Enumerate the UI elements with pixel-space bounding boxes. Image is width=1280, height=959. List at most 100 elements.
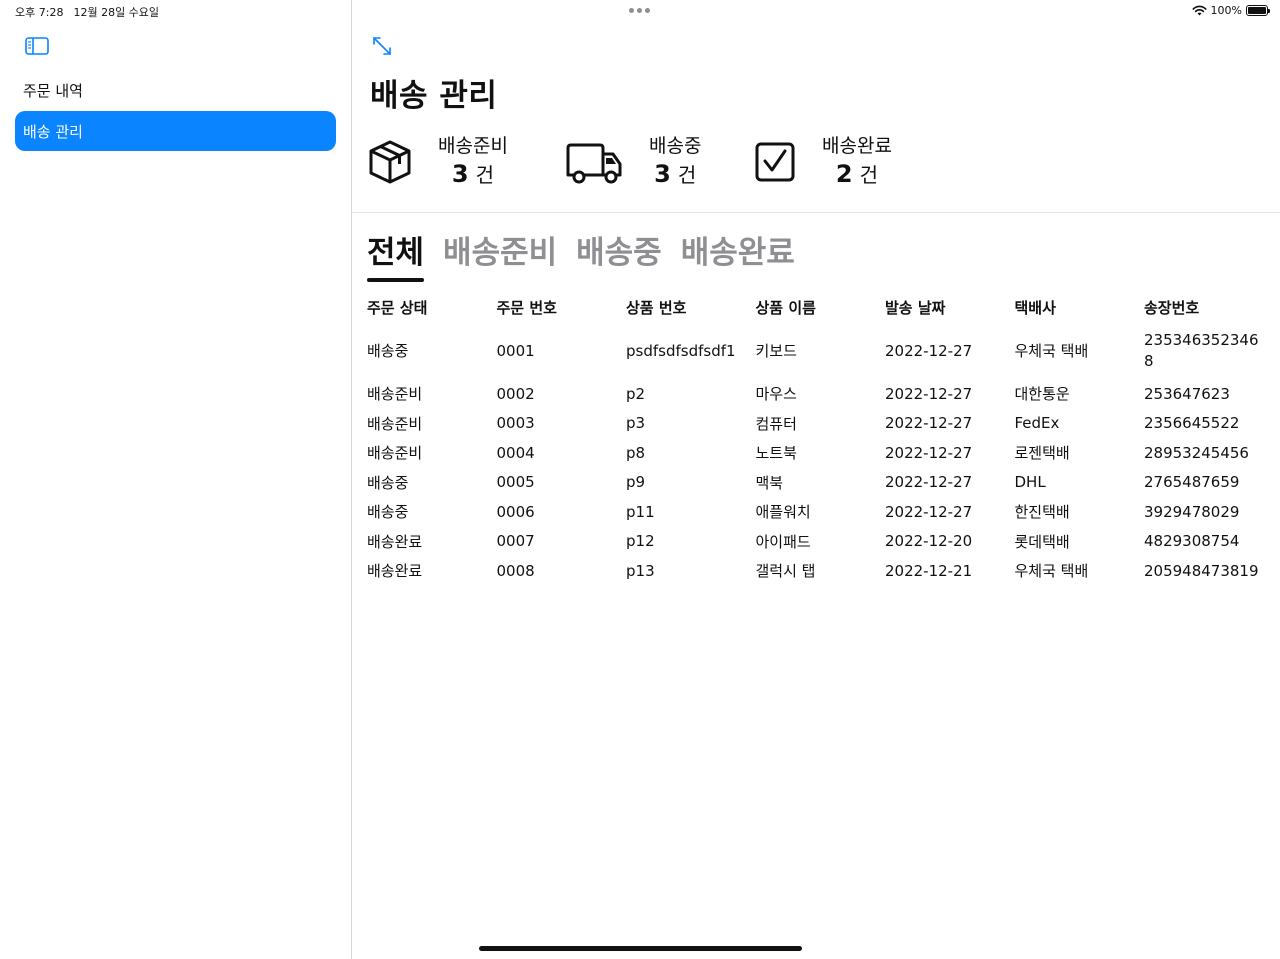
table-row[interactable]: 배송준비 0002 p2 마우스 2022-12-27 대한통운 2536476…: [367, 379, 1273, 409]
cell-product-name: 키보드: [755, 342, 797, 360]
cell-carrier: 대한통운: [1014, 385, 1070, 404]
cell-status: 배송완료: [367, 562, 423, 581]
cell-ship-date: 2022-12-27: [885, 473, 973, 492]
column-header-tracking-number: 송장번호: [1144, 298, 1200, 317]
cell-product-name: 갤럭시 탭: [755, 562, 816, 581]
table-row[interactable]: 배송중 0005 p9 맥북 2022-12-27 DHL 2765487659: [367, 468, 1273, 498]
column-header-status: 주문 상태: [367, 298, 428, 317]
cell-order-number: 0006: [496, 502, 535, 521]
cell-product-number: p3: [626, 414, 646, 433]
battery-percent: 100%: [1210, 4, 1242, 17]
cell-ship-date: 2022-12-27: [885, 502, 973, 521]
column-header-order-number: 주문 번호: [496, 298, 557, 317]
package-icon: [366, 138, 414, 186]
summary-count: 3 건: [654, 160, 697, 188]
cell-ship-date: 2022-12-20: [885, 532, 973, 551]
cell-ship-date: 2022-12-27: [885, 443, 973, 462]
table-row[interactable]: 배송중 0006 p11 애플워치 2022-12-27 한진택배 392947…: [367, 497, 1273, 527]
cell-product-number: p12: [626, 532, 655, 551]
table-row[interactable]: 배송완료 0007 p12 아이패드 2022-12-20 롯데택배 48293…: [367, 527, 1273, 557]
divider: [352, 212, 1280, 213]
sidebar-item-order-history[interactable]: 주문 내역: [15, 70, 336, 110]
sidebar: 주문 내역 배송 관리: [0, 0, 352, 959]
tab-delivered[interactable]: 배송완료: [681, 232, 795, 274]
cell-ship-date: 2022-12-27: [885, 341, 973, 360]
cell-carrier: DHL: [1014, 473, 1046, 492]
sidebar-item-label: 배송 관리: [23, 122, 83, 141]
summary-preparing: 배송준비 3 건: [366, 132, 508, 192]
truck-icon: [565, 138, 623, 186]
home-indicator[interactable]: [479, 946, 802, 951]
expand-icon[interactable]: [371, 35, 393, 57]
column-header-carrier: 택배사: [1014, 298, 1056, 317]
cell-tracking-number: 253647623: [1144, 384, 1230, 403]
summary-count: 3 건: [451, 160, 495, 188]
cell-carrier: 우체국 택배: [1014, 342, 1089, 360]
status-bar-left: 오후 7:28 12월 28일 수요일: [15, 4, 159, 20]
cell-ship-date: 2022-12-27: [885, 414, 973, 433]
table-header-row: 주문 상태 주문 번호 상품 번호 상품 이름 발송 날짜 택배사 송장번호: [367, 292, 1273, 322]
cell-product-name: 맥북: [755, 473, 784, 492]
cell-ship-date: 2022-12-21: [885, 561, 973, 580]
cell-product-number: p13: [626, 561, 655, 580]
summary-label: 배송준비: [438, 135, 508, 157]
sidebar-item-delivery-management[interactable]: 배송 관리: [15, 111, 336, 151]
cell-tracking-number: 4829308754: [1144, 532, 1240, 551]
page-title: 배송 관리: [370, 78, 498, 114]
column-header-product-name: 상품 이름: [755, 298, 816, 317]
cell-product-number: p9: [626, 473, 646, 492]
cell-carrier: 로젠택배: [1014, 444, 1070, 463]
cell-order-number: 0001: [496, 341, 535, 360]
cell-status: 배송완료: [367, 532, 423, 551]
column-header-ship-date: 발송 날짜: [885, 298, 946, 317]
cell-status: 배송중: [367, 473, 409, 492]
summary-label: 배송완료: [822, 135, 892, 157]
table-row[interactable]: 배송중 0001 psdfsdfsdfsdf1 키보드 2022-12-27 우…: [367, 322, 1273, 379]
cell-product-name: 아이패드: [755, 532, 811, 551]
status-time: 오후 7:28: [15, 6, 64, 19]
summary-count: 2 건: [835, 160, 879, 188]
summary-shipping: 배송중 3 건: [565, 132, 701, 192]
tab-preparing[interactable]: 배송준비: [443, 232, 557, 274]
cell-tracking-number: 3929478029: [1144, 502, 1240, 521]
summary-delivered: 배송완료 2 건: [754, 132, 892, 192]
table-row[interactable]: 배송준비 0003 p3 컴퓨터 2022-12-27 FedEx 235664…: [367, 409, 1273, 439]
cell-order-number: 0002: [496, 384, 535, 403]
cell-status: 배송준비: [367, 385, 423, 404]
cell-product-number: p2: [626, 384, 646, 403]
sidebar-toggle-icon[interactable]: [24, 35, 50, 57]
cell-tracking-number: 2765487659: [1144, 473, 1240, 492]
wifi-icon: [1192, 5, 1207, 16]
summary-label: 배송중: [649, 135, 702, 157]
cell-carrier: FedEx: [1014, 414, 1060, 433]
tab-all[interactable]: 전체: [367, 232, 425, 282]
orders-table: 주문 상태 주문 번호 상품 번호 상품 이름 발송 날짜 택배사 송장번호 배…: [367, 292, 1273, 586]
table-row[interactable]: 배송준비 0004 p8 노트북 2022-12-27 로젠택배 2895324…: [367, 438, 1273, 468]
column-header-product-number: 상품 번호: [626, 298, 687, 317]
sidebar-item-label: 주문 내역: [23, 81, 83, 100]
cell-product-number: p8: [626, 443, 646, 462]
cell-tracking-number: 2356645522: [1144, 414, 1240, 433]
cell-order-number: 0004: [496, 443, 535, 462]
cell-order-number: 0008: [496, 561, 535, 580]
cell-tracking-number: 205948473819: [1144, 561, 1259, 580]
cell-product-number: p11: [626, 502, 655, 521]
tab-shipping[interactable]: 배송중: [576, 232, 662, 274]
cell-tracking-number: 2353463523468: [1144, 330, 1259, 370]
checkbox-icon: [754, 138, 796, 186]
status-bar-right: 100%: [1192, 4, 1270, 17]
table-row[interactable]: 배송완료 0008 p13 갤럭시 탭 2022-12-21 우체국 택배 20…: [367, 556, 1273, 586]
cell-product-name: 컴퓨터: [755, 414, 797, 433]
cell-status: 배송준비: [367, 414, 423, 433]
cell-carrier: 롯데택배: [1014, 532, 1070, 551]
cell-product-name: 노트북: [755, 444, 797, 463]
status-filter-tabs: 전체 배송준비 배송중 배송완료: [367, 232, 795, 282]
cell-carrier: 한진택배: [1014, 503, 1070, 522]
cell-carrier: 우체국 택배: [1014, 562, 1089, 581]
cell-product-name: 마우스: [755, 385, 797, 404]
multitasking-menu-icon[interactable]: [629, 8, 650, 13]
status-date: 12월 28일 수요일: [73, 6, 160, 19]
cell-status: 배송준비: [367, 444, 423, 463]
cell-ship-date: 2022-12-27: [885, 384, 973, 403]
cell-product-name: 애플워치: [755, 503, 811, 522]
